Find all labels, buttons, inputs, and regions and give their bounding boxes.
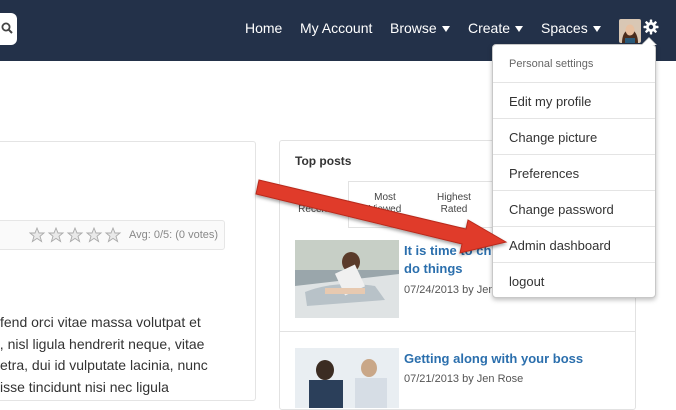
nav-spaces[interactable]: Spaces	[541, 20, 601, 38]
article-line: etra, dui id vulputate lacinia, nunc	[0, 357, 208, 373]
avatar[interactable]	[619, 19, 641, 43]
nav-spaces-label: Spaces	[541, 20, 588, 36]
star-icon	[66, 226, 84, 243]
article-line: fend orci vitae massa volutpat et	[0, 314, 201, 330]
article-line: n, nisl ligula hendrerit neque, vitae	[0, 335, 205, 352]
post-thumbnail[interactable]	[295, 240, 399, 318]
menu-item-admin-dashboard[interactable]: Admin dashboard	[493, 226, 655, 262]
chevron-down-icon	[441, 26, 450, 32]
article-line: isse tincidunt nisi nec ligula	[0, 378, 169, 395]
nav-my-account-label: My Account	[300, 20, 373, 36]
chevron-down-icon	[592, 26, 601, 32]
menu-item-edit-profile[interactable]: Edit my profile	[493, 82, 655, 118]
star-icon	[85, 226, 103, 243]
menu-item-label: Edit my profile	[509, 94, 592, 109]
nav-browse[interactable]: Browse	[390, 20, 450, 38]
divider	[280, 331, 635, 332]
menu-item-change-password[interactable]: Change password	[493, 190, 655, 226]
star-icon	[104, 226, 122, 243]
nav-home-label: Home	[245, 20, 283, 36]
menu-item-label: Change password	[509, 202, 614, 217]
star-icon	[47, 226, 65, 243]
menu-item-label: Admin dashboard	[509, 238, 611, 253]
dropdown-header: Personal settings	[509, 58, 594, 70]
dropdown-caret	[642, 38, 656, 45]
search-icon	[1, 22, 13, 34]
nav-create-label: Create	[468, 20, 511, 36]
post-title-link[interactable]: Getting along with your boss	[404, 350, 624, 368]
chevron-down-icon	[515, 26, 524, 32]
rating-bar: Avg: 0/5: (0 votes)	[0, 220, 225, 250]
menu-item-preferences[interactable]: Preferences	[493, 154, 655, 190]
nav-my-account[interactable]: My Account	[300, 20, 372, 38]
star-rating[interactable]	[28, 226, 125, 248]
nav-home[interactable]: Home	[245, 20, 282, 38]
personal-settings-dropdown: Personal settings Edit my profile Change…	[492, 37, 657, 298]
menu-item-change-picture[interactable]: Change picture	[493, 118, 655, 154]
menu-item-label: logout	[509, 274, 545, 289]
post-thumbnail[interactable]	[295, 348, 399, 408]
star-icon	[28, 226, 46, 243]
post-meta: 07/21/2013 by Jen Rose	[404, 373, 524, 385]
nav-browse-label: Browse	[390, 20, 437, 36]
post-title-link[interactable]: It is time to ch do things	[404, 242, 494, 278]
article-body: fend orci vitae massa volutpat et n, nis…	[0, 312, 250, 398]
rating-average: Avg: 0/5: (0 votes)	[129, 229, 219, 241]
menu-item-logout[interactable]: logout	[493, 262, 655, 298]
tab-recent-label: Recent	[298, 204, 330, 215]
top-posts-title: Top posts	[295, 154, 352, 168]
menu-item-label: Change picture	[509, 130, 598, 145]
post-meta: 07/24/2013 by Jen	[404, 284, 494, 296]
gear-icon[interactable]	[643, 19, 659, 35]
nav-create[interactable]: Create	[468, 20, 524, 38]
search-button[interactable]	[0, 13, 17, 45]
menu-item-label: Preferences	[509, 166, 580, 181]
tab-most-viewed[interactable]: Most Viewed	[366, 192, 404, 216]
tab-highest-rated[interactable]: Highest Rated	[432, 192, 476, 216]
